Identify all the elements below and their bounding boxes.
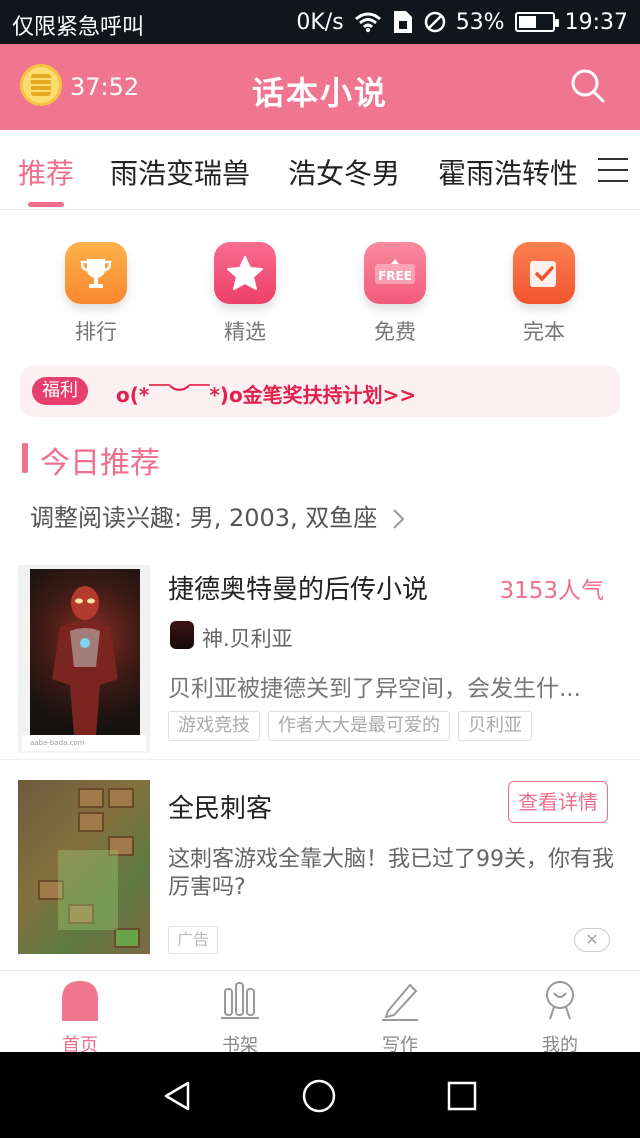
nav-write[interactable]: 写作 xyxy=(320,979,480,1057)
shortcut-label: 排行 xyxy=(75,320,117,344)
cover-artwork xyxy=(30,569,140,735)
banner-text: o(*￣︶￣*)o金笔奖扶持计划>> xyxy=(116,383,417,407)
book-tag[interactable]: 游戏竞技 xyxy=(168,711,260,741)
shortcut-featured[interactable]: 精选 xyxy=(195,242,295,346)
shortcut-label: 精选 xyxy=(224,320,266,344)
section-title: 今日推荐 xyxy=(40,446,160,481)
nav-bookshelf[interactable]: 书架 xyxy=(160,979,320,1057)
ad-card[interactable]: 全民刺客 查看详情 这刺客游戏全靠大脑！我已过了99关，你有我厉害吗? 广告 ✕ xyxy=(0,762,640,970)
shortcut-label: 免费 xyxy=(374,320,416,344)
net-speed: 0K/s xyxy=(296,9,344,35)
book-title: 捷德奥特曼的后传小说 xyxy=(168,575,429,605)
check-icon xyxy=(513,242,575,304)
menu-icon[interactable] xyxy=(598,158,628,182)
interest-text: 调整阅读兴趣: 男, 2003, 双鱼座 xyxy=(30,504,378,532)
book-cover: aaba-bada.com xyxy=(18,565,150,753)
book-tag[interactable]: 贝利亚 xyxy=(458,711,532,741)
ad-title: 全民刺客 xyxy=(168,794,273,824)
status-bar: 仅限紧急呼叫 0K/s 53% 19:37 xyxy=(0,0,640,44)
no-disturb-icon xyxy=(424,11,445,33)
free-tag-icon: FREE xyxy=(364,242,426,304)
tab-yuhao-beast[interactable]: 雨浩变瑞兽 xyxy=(110,152,250,192)
profile-icon xyxy=(546,981,574,1020)
app-title: 话本小说 xyxy=(251,74,388,112)
book-popularity: 3153人气 xyxy=(499,578,604,604)
battery-percent: 53% xyxy=(455,9,505,35)
tab-recommend[interactable]: 推荐 xyxy=(18,152,74,192)
wifi-icon xyxy=(354,12,381,33)
sim-card-icon xyxy=(393,11,412,33)
ad-image xyxy=(18,780,150,954)
home-circle-icon[interactable] xyxy=(302,1079,336,1113)
tab-indicator xyxy=(28,202,64,207)
nav-home[interactable]: 首页 xyxy=(0,979,160,1057)
tab-huoyuhao[interactable]: 霍雨浩转性 xyxy=(438,152,578,192)
shortcut-label: 完本 xyxy=(523,320,565,344)
section-marker xyxy=(22,443,28,473)
shortcut-free[interactable]: FREE 免费 xyxy=(345,242,445,346)
svg-text:FREE: FREE xyxy=(378,269,412,283)
author-avatar xyxy=(170,621,194,649)
cover-caption: aaba-bada.com xyxy=(22,735,146,751)
ad-description: 这刺客游戏全靠大脑！我已过了99关，你有我厉害吗? xyxy=(168,847,614,900)
welfare-badge: 福利 xyxy=(32,377,88,405)
category-shortcuts: 排行 精选 FREE 免费 完本 xyxy=(0,242,640,352)
status-right: 0K/s 53% 19:37 xyxy=(296,9,628,35)
promo-banner[interactable]: 福利 o(*￣︶￣*)o金笔奖扶持计划>> xyxy=(20,365,620,417)
app-header: 37:52 话本小说 xyxy=(0,44,640,130)
trophy-icon xyxy=(65,242,127,304)
recents-icon[interactable] xyxy=(446,1080,478,1112)
book-tags: 游戏竞技 作者大大是最可爱的 贝利亚 xyxy=(168,711,532,741)
chevron-right-icon xyxy=(393,509,405,529)
clock: 19:37 xyxy=(564,9,628,35)
tab-haonv-dongnan[interactable]: 浩女冬男 xyxy=(288,152,400,192)
nav-profile[interactable]: 我的 xyxy=(480,979,640,1057)
ad-label: 广告 xyxy=(168,926,219,954)
shortcut-completed[interactable]: 完本 xyxy=(494,242,594,346)
view-details-button[interactable]: 查看详情 xyxy=(508,781,608,823)
back-icon[interactable] xyxy=(162,1080,194,1112)
bookshelf-icon xyxy=(221,982,259,1019)
ad-close-button[interactable]: ✕ xyxy=(574,928,610,952)
book-tag[interactable]: 作者大大是最可爱的 xyxy=(268,711,450,741)
bottom-nav: 首页 书架 写作 我的 xyxy=(0,970,640,1056)
home-icon xyxy=(62,981,98,1021)
shortcut-ranking[interactable]: 排行 xyxy=(46,242,146,346)
book-card[interactable]: aaba-bada.com 捷德奥特曼的后传小说 3153人气 神.贝利亚 贝利… xyxy=(0,555,640,760)
carrier-text: 仅限紧急呼叫 xyxy=(12,15,145,40)
system-nav-bar xyxy=(0,1052,640,1138)
battery-icon xyxy=(514,12,559,32)
star-icon xyxy=(214,242,276,304)
book-description: 贝利亚被捷德关到了异空间，会发生什... xyxy=(168,676,581,702)
book-author: 神.贝利亚 xyxy=(202,627,293,651)
interest-setting[interactable]: 调整阅读兴趣: 男, 2003, 双鱼座 xyxy=(30,498,405,533)
pen-icon xyxy=(382,983,418,1021)
search-icon[interactable] xyxy=(570,68,606,104)
category-tabs: 推荐 雨浩变瑞兽 浩女冬男 霍雨浩转性 xyxy=(0,130,640,210)
